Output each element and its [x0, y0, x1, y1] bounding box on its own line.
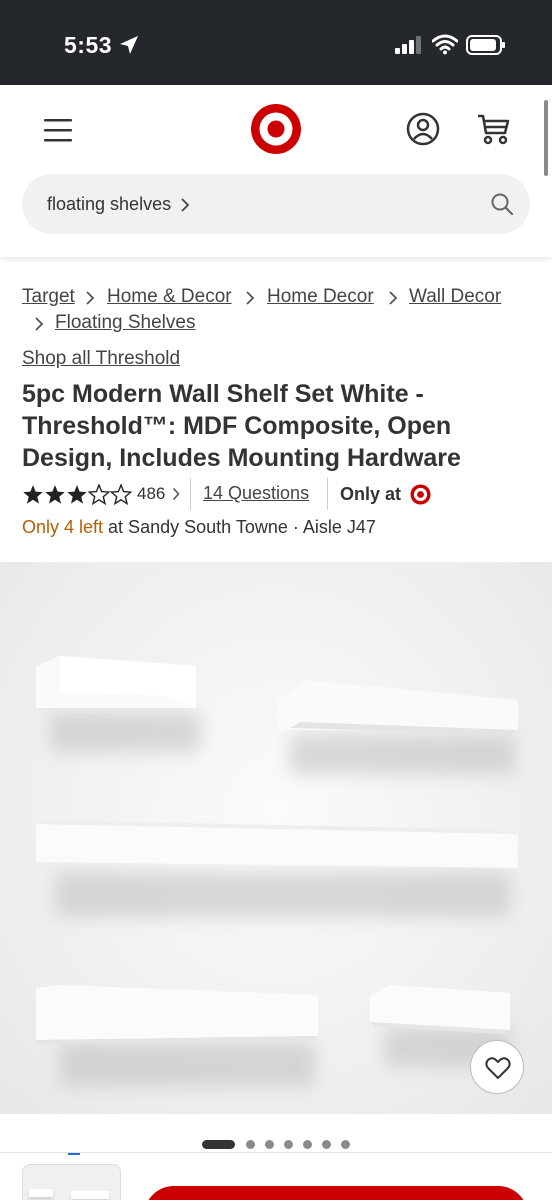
star-filled-icon [67, 485, 87, 504]
product-image[interactable] [0, 562, 552, 1114]
breadcrumb-home-decor-dept[interactable]: Home & Decor [107, 284, 232, 310]
chevron-right-icon [35, 317, 44, 331]
chevron-right-icon [181, 198, 190, 212]
chevron-right-icon [86, 291, 95, 305]
heart-icon [485, 1057, 511, 1079]
shop-all-brand-link[interactable]: Shop all Threshold [22, 348, 180, 370]
carousel-dot[interactable] [265, 1140, 274, 1149]
star-rating[interactable] [22, 484, 132, 506]
carousel-dot[interactable] [341, 1140, 350, 1149]
carousel-dot-active[interactable] [202, 1140, 235, 1149]
star-empty-icon [110, 484, 132, 505]
add-to-cart-button[interactable] [144, 1186, 528, 1200]
product-title: 5pc Modern Wall Shelf Set White - Thresh… [22, 380, 461, 472]
breadcrumb-wall-decor[interactable]: Wall Decor [409, 284, 501, 310]
battery-icon [466, 35, 505, 55]
cellular-signal-icon [395, 36, 421, 54]
rating-count[interactable]: 486 [137, 484, 165, 504]
stock-info: Only 4 left at Sandy South Towne · Aisle… [22, 517, 376, 538]
search-icon[interactable] [490, 192, 514, 216]
wifi-icon [432, 34, 458, 55]
carousel-dot[interactable] [246, 1140, 255, 1149]
stock-warning: Only 4 left [22, 517, 104, 537]
product-thumbnail[interactable] [22, 1164, 121, 1200]
thumb-shelf [71, 1191, 109, 1199]
search-input[interactable]: floating shelves [47, 194, 171, 215]
location-arrow-icon [120, 36, 138, 54]
breadcrumb-floating-shelves[interactable]: Floating Shelves [55, 310, 195, 336]
breadcrumb-home-decor[interactable]: Home Decor [267, 284, 374, 310]
status-time: 5:53 [64, 32, 113, 58]
chevron-right-icon [246, 291, 255, 305]
star-half-icon [88, 484, 110, 505]
questions-link[interactable]: 14 Questions [203, 483, 309, 504]
divider [327, 478, 328, 510]
carousel-dot[interactable] [322, 1140, 331, 1149]
thumb-shelf [29, 1189, 53, 1197]
target-logo-small [410, 484, 431, 505]
carousel-dot[interactable] [303, 1140, 312, 1149]
sticky-add-to-cart-bar [0, 1152, 552, 1200]
menu-icon[interactable] [42, 117, 74, 143]
stock-location: at Sandy South Towne · Aisle J47 [103, 517, 376, 537]
rating-row: 486 14 Questions Only at [22, 478, 542, 511]
accent-mark [68, 1153, 80, 1155]
carousel-indicator [202, 1139, 362, 1151]
search-bar[interactable]: floating shelves [22, 174, 530, 234]
target-logo[interactable] [250, 103, 302, 155]
breadcrumb-target[interactable]: Target [22, 284, 75, 310]
shelves-photo [36, 656, 518, 1087]
chevron-right-icon [172, 487, 180, 501]
star-filled-icon [23, 485, 43, 504]
star-filled-icon [45, 485, 65, 504]
header: floating shelves [0, 85, 552, 257]
only-at-label: Only at [340, 484, 402, 504]
chevron-right-icon [389, 291, 398, 305]
status-bar: 5:53 [0, 0, 552, 85]
favorite-button[interactable] [470, 1040, 524, 1094]
divider [190, 478, 191, 510]
account-icon[interactable] [406, 112, 440, 146]
carousel-dot[interactable] [284, 1140, 293, 1149]
cart-icon[interactable] [476, 112, 512, 146]
scrollbar[interactable] [544, 100, 548, 176]
